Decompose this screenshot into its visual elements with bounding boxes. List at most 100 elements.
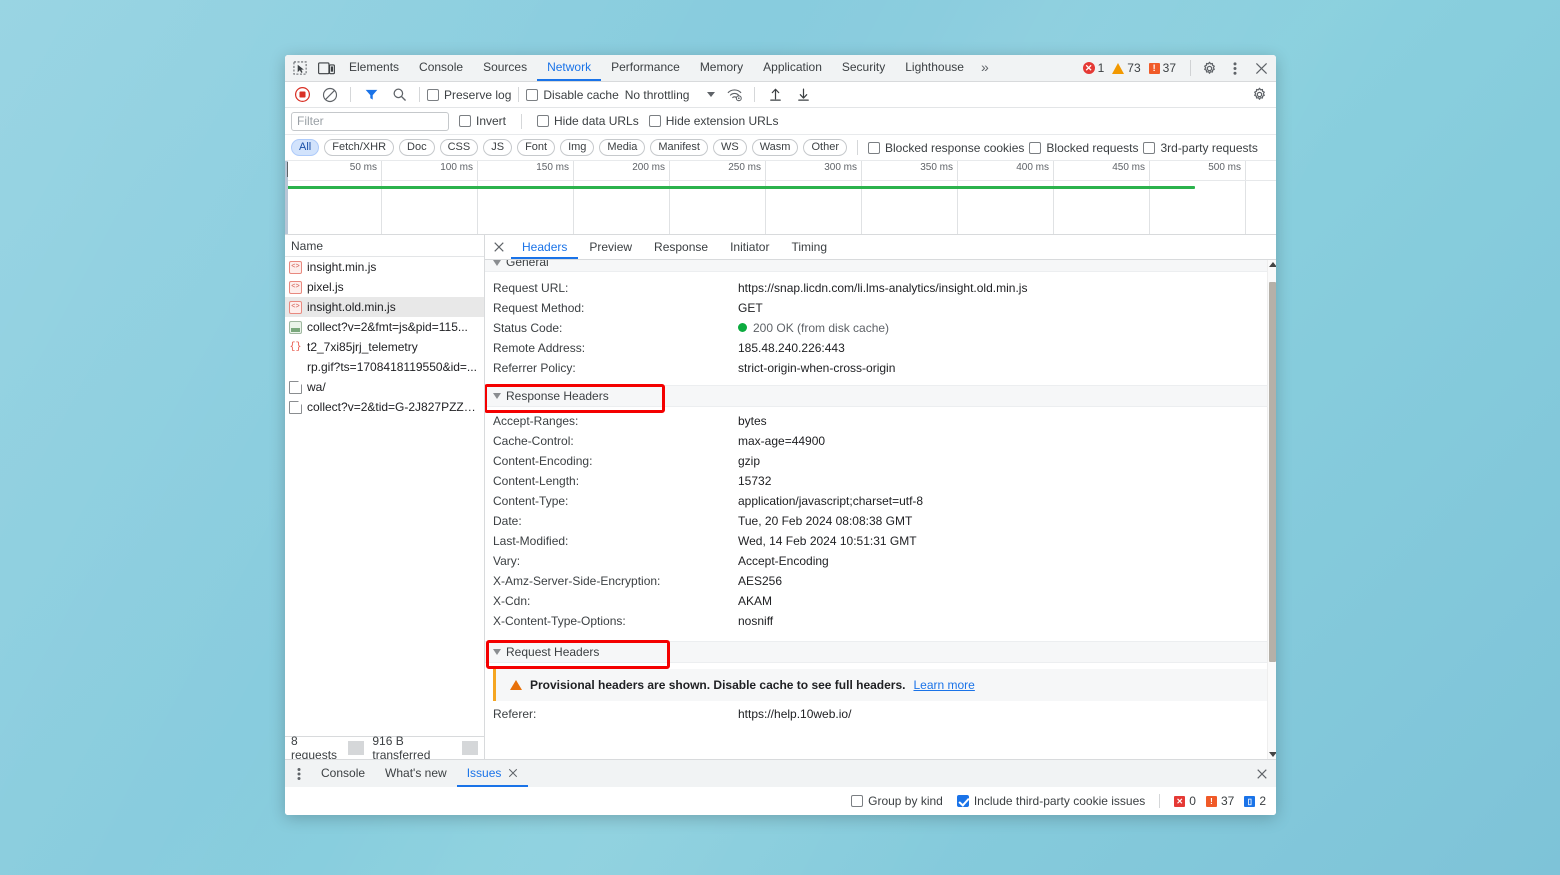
table-row[interactable]: rp.gif?ts=1708418119550&id=... xyxy=(285,357,484,377)
network-settings-gear-icon[interactable] xyxy=(1246,82,1272,107)
chip-js[interactable]: JS xyxy=(483,139,512,156)
tab-memory[interactable]: Memory xyxy=(690,55,753,81)
export-har-icon[interactable] xyxy=(790,82,816,107)
device-toolbar-icon[interactable] xyxy=(313,56,339,81)
blocked-response-cookies-checkbox[interactable]: Blocked response cookies xyxy=(868,141,1024,155)
chip-font[interactable]: Font xyxy=(517,139,555,156)
hide-data-urls-checkbox[interactable]: Hide data URLs xyxy=(537,114,639,128)
tab-lighthouse[interactable]: Lighthouse xyxy=(895,55,974,81)
issues-error-counter[interactable]: ✕ 0 xyxy=(1174,794,1196,808)
table-row[interactable]: <> pixel.js xyxy=(285,277,484,297)
record-stop-icon[interactable] xyxy=(289,82,315,107)
overview-time-cursor xyxy=(287,162,288,177)
detail-scrollbar[interactable] xyxy=(1267,260,1276,759)
hide-extension-urls-checkbox[interactable]: Hide extension URLs xyxy=(649,114,779,128)
issue-counters[interactable]: ✕ 1 73 ! 37 xyxy=(1083,61,1185,75)
tab-preview[interactable]: Preview xyxy=(578,235,643,259)
clear-network-log-icon[interactable] xyxy=(317,82,343,107)
blank-icon xyxy=(289,361,302,374)
blocked-response-cookies-box[interactable] xyxy=(868,142,880,154)
header-value: gzip xyxy=(738,451,760,471)
chip-fetch-xhr[interactable]: Fetch/XHR xyxy=(324,139,394,156)
more-tabs-button[interactable]: » xyxy=(974,55,996,81)
drawer-kebab-icon[interactable] xyxy=(287,762,311,786)
preserve-log-box[interactable] xyxy=(427,89,439,101)
tab-console[interactable]: Console xyxy=(409,55,473,81)
inspect-element-icon[interactable] xyxy=(287,56,313,81)
blocked-requests-checkbox[interactable]: Blocked requests xyxy=(1029,141,1138,155)
invert-box[interactable] xyxy=(459,115,471,127)
throttling-dropdown[interactable]: No throttling xyxy=(621,88,720,102)
issues-warning-counter[interactable]: ! 37 xyxy=(1206,794,1234,808)
detail-scrollbar-thumb[interactable] xyxy=(1269,282,1276,662)
include-third-party-box[interactable] xyxy=(957,795,969,807)
close-icon[interactable] xyxy=(1248,56,1274,81)
import-har-icon[interactable] xyxy=(762,82,788,107)
warning-counter[interactable]: 73 xyxy=(1112,61,1140,75)
error-counter[interactable]: ✕ 1 xyxy=(1083,61,1105,75)
request-list-column-header[interactable]: Name xyxy=(285,235,484,257)
tab-sources[interactable]: Sources xyxy=(473,55,537,81)
drawer-tab-whats-new[interactable]: What's new xyxy=(375,761,457,787)
chip-doc[interactable]: Doc xyxy=(399,139,435,156)
request-rows[interactable]: <> insight.min.js <> pixel.js <> insight… xyxy=(285,257,484,736)
network-overview-timeline[interactable]: 50 ms 100 ms 150 ms 200 ms 250 ms 300 ms… xyxy=(285,161,1276,235)
headers-content[interactable]: General Request URL: https://snap.licdn.… xyxy=(485,260,1276,759)
table-row[interactable]: <> insight.min.js xyxy=(285,257,484,277)
tab-application[interactable]: Application xyxy=(753,55,832,81)
disable-cache-checkbox[interactable]: Disable cache xyxy=(526,88,618,102)
close-issues-tab-icon[interactable] xyxy=(508,768,518,778)
chip-manifest[interactable]: Manifest xyxy=(650,139,708,156)
info-counter[interactable]: ! 37 xyxy=(1149,61,1176,75)
tab-security[interactable]: Security xyxy=(832,55,895,81)
issues-info-counter[interactable]: ▯ 2 xyxy=(1244,794,1266,808)
scroll-down-arrow-icon[interactable] xyxy=(1268,750,1276,759)
preserve-log-checkbox[interactable]: Preserve log xyxy=(427,88,511,102)
group-by-kind-box[interactable] xyxy=(851,795,863,807)
third-party-requests-checkbox[interactable]: 3rd-party requests xyxy=(1143,141,1257,155)
close-drawer-icon[interactable] xyxy=(1256,768,1276,780)
response-headers-section-header[interactable]: Response Headers xyxy=(485,385,1276,407)
blocked-requests-box[interactable] xyxy=(1029,142,1041,154)
tab-elements[interactable]: Elements xyxy=(339,55,409,81)
kebab-menu-icon[interactable] xyxy=(1222,56,1248,81)
close-panel-icon[interactable] xyxy=(487,235,511,259)
tab-response[interactable]: Response xyxy=(643,235,719,259)
scroll-up-arrow-icon[interactable] xyxy=(1268,260,1276,269)
table-row[interactable]: wa/ xyxy=(285,377,484,397)
tab-timing[interactable]: Timing xyxy=(780,235,838,259)
third-party-requests-box[interactable] xyxy=(1143,142,1155,154)
invert-checkbox[interactable]: Invert xyxy=(459,114,506,128)
request-headers-section-header[interactable]: Request Headers xyxy=(485,641,1276,663)
disable-cache-box[interactable] xyxy=(526,89,538,101)
tab-initiator[interactable]: Initiator xyxy=(719,235,780,259)
header-key: Last-Modified: xyxy=(493,531,738,551)
learn-more-link[interactable]: Learn more xyxy=(913,678,974,692)
search-icon[interactable] xyxy=(386,82,412,107)
network-conditions-icon[interactable] xyxy=(721,82,747,107)
table-row[interactable]: <> insight.old.min.js xyxy=(285,297,484,317)
table-row[interactable]: collect?v=2&fmt=js&pid=115... xyxy=(285,317,484,337)
drawer-tab-issues[interactable]: Issues xyxy=(457,761,529,787)
chip-css[interactable]: CSS xyxy=(440,139,479,156)
tab-network[interactable]: Network xyxy=(537,55,601,81)
hide-data-urls-box[interactable] xyxy=(537,115,549,127)
filter-input[interactable] xyxy=(291,112,449,131)
chip-other[interactable]: Other xyxy=(803,139,847,156)
chip-img[interactable]: Img xyxy=(560,139,594,156)
tab-headers[interactable]: Headers xyxy=(511,235,578,259)
chip-wasm[interactable]: Wasm xyxy=(752,139,799,156)
table-row[interactable]: collect?v=2&tid=G-2J827PZZK... xyxy=(285,397,484,417)
filter-funnel-icon[interactable] xyxy=(358,82,384,107)
table-row[interactable]: {} t2_7xi85jrj_telemetry xyxy=(285,337,484,357)
drawer-tab-console[interactable]: Console xyxy=(311,761,375,787)
tab-performance[interactable]: Performance xyxy=(601,55,690,81)
chip-all[interactable]: All xyxy=(291,139,319,156)
group-by-kind-checkbox[interactable]: Group by kind xyxy=(851,794,943,808)
chip-ws[interactable]: WS xyxy=(713,139,747,156)
hide-extension-urls-box[interactable] xyxy=(649,115,661,127)
include-third-party-cookie-issues-checkbox[interactable]: Include third-party cookie issues xyxy=(957,794,1145,808)
chip-media[interactable]: Media xyxy=(599,139,645,156)
general-section-header[interactable]: General xyxy=(485,260,1276,272)
gear-icon[interactable] xyxy=(1196,56,1222,81)
